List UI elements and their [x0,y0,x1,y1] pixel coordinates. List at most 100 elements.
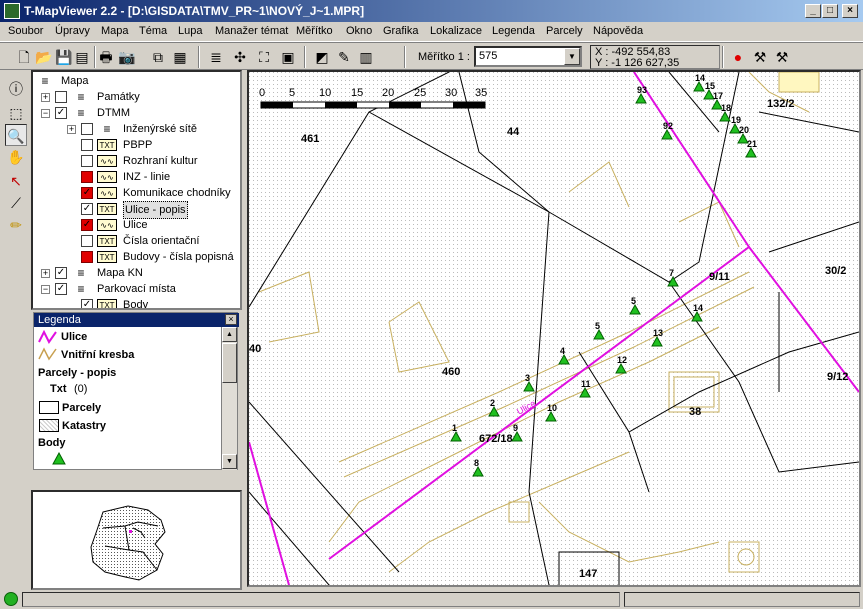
edit-map-icon[interactable]: ◩ [312,47,332,67]
layer-checkbox[interactable] [81,251,93,263]
minimize-button[interactable]: _ [805,4,821,18]
polyline-icon[interactable]: ⟋ [5,192,27,214]
select-area-icon[interactable]: ⬚ [5,102,27,124]
menu-upravy[interactable]: Úpravy [55,25,90,37]
tree-item[interactable]: ✓ ∿∿ Komunikace chodníky [33,185,240,201]
save-icon[interactable]: 💾 [54,47,74,67]
app-icon[interactable] [4,3,20,19]
point-label: 12 [617,355,627,365]
layer-checkbox[interactable]: ✓ [81,299,93,308]
folder-icon[interactable]: ▦ [170,47,190,67]
table-icon[interactable]: ▥ [356,47,376,67]
close-button[interactable]: × [842,4,858,18]
tree-item[interactable]: ∿∿ Rozhraní kultur [33,153,240,169]
fit-icon[interactable]: ▣ [278,47,298,67]
chevron-down-icon[interactable]: ▼ [564,48,580,65]
layer-checkbox[interactable] [81,155,93,167]
layer-checkbox[interactable]: ✓ [55,267,67,279]
scroll-up-icon[interactable]: ▲ [222,327,237,342]
scroll-down-icon[interactable]: ▼ [222,454,237,469]
menu-manazer-temat[interactable]: Manažer témat [215,25,288,37]
parcel-label: 30/2 [825,265,846,277]
overview-map[interactable] [31,490,242,590]
layer-checkbox[interactable]: ✓ [81,203,93,215]
menu-grafika[interactable]: Grafika [383,25,418,37]
info-icon[interactable]: ⓘ [5,78,27,100]
expander-icon[interactable]: + [67,125,76,134]
expander-icon[interactable]: + [41,93,50,102]
pencil-map-icon[interactable]: ✎ [334,47,354,67]
expander-icon[interactable]: − [41,109,50,118]
pencil-icon[interactable]: ✏ [5,214,27,236]
tree-item[interactable]: ✓ ∿∿ Ulice [33,217,240,233]
new-icon[interactable]: 🗋 [14,47,34,67]
tree-item[interactable]: + ≡ Inženýrské sítě [33,121,240,137]
layer-checkbox[interactable]: ✓ [81,219,93,231]
pan-hand-icon[interactable]: ✋ [5,146,27,168]
scroll-thumb[interactable] [222,343,237,383]
layer-checkbox[interactable]: ✓ [81,187,93,199]
line-layer-icon: ∿∿ [97,219,117,231]
compress-icon[interactable]: ✣ [230,47,250,67]
tree-item[interactable]: + ≡ Památky [33,89,240,105]
menu-parcely[interactable]: Parcely [546,25,583,37]
menu-meritko[interactable]: Měřítko [296,25,333,37]
scale-tick-10: 10 [319,87,331,99]
tree-item-label: PBPP [123,139,153,151]
pointer-info-icon[interactable]: ↖ [5,170,27,192]
point-label: 92 [663,121,673,131]
menu-napoveda[interactable]: Nápověda [593,25,643,37]
layer-checkbox[interactable] [81,139,93,151]
tree-item[interactable]: TXT PBPP [33,137,240,153]
copy-icon[interactable]: ⧉ [148,47,168,67]
tree-item[interactable]: ✓ TXT Ulice - popis [33,201,240,219]
print-icon[interactable]: 🖶 [96,47,116,67]
toolbar: 🗋 📂 💾 ▤ 🖶 📷 ⧉ ▦ ≣ ✣ ⛶ ▣ ◩ ✎ ▥ Měřítko 1 … [0,42,863,70]
layer-checkbox[interactable]: ✓ [55,283,67,295]
point-label: 19 [731,115,741,125]
map-canvas[interactable]: 0 5 10 15 20 25 30 35 461 44 132/2 9/11 … [247,70,861,587]
open-icon[interactable]: 📂 [34,47,54,67]
menu-mapa[interactable]: Mapa [101,25,129,37]
menu-lokalizace[interactable]: Lokalizace [430,25,482,37]
legend-txt: Txt [50,383,67,395]
scale-tick-25: 25 [414,87,426,99]
layer-checkbox[interactable] [81,235,93,247]
layer-checkbox[interactable]: ✓ [55,107,67,119]
menu-soubor[interactable]: Soubor [8,25,43,37]
tree-item[interactable]: − ✓ ≡ Parkovací místa [33,281,240,297]
menu-legenda[interactable]: Legenda [492,25,535,37]
parcel-label: 9/12 [827,371,848,383]
layer-checkbox[interactable] [55,91,67,103]
stack-icon[interactable]: ≣ [206,47,226,67]
tree-item[interactable]: − ✓ ≡ DTMM [33,105,240,121]
menu-tema[interactable]: Téma [139,25,167,37]
save-as-icon[interactable]: ▤ [72,47,92,67]
tree-item[interactable]: ∿∿ INZ - linie [33,169,240,185]
legend-scrollbar[interactable]: ▲ ▼ [221,327,237,470]
restore-button[interactable]: □ [822,4,838,18]
expander-icon[interactable]: + [41,269,50,278]
tree-item-label: Mapa KN [97,267,143,279]
tree-item-label: Budovy - čísla popisná [123,251,234,263]
info-red-icon[interactable]: ● [728,47,748,67]
tree-item[interactable]: TXT Čísla orientační [33,233,240,249]
close-icon[interactable]: × [225,314,237,325]
layer-checkbox[interactable] [81,171,93,183]
expand-icon[interactable]: ⛶ [254,47,274,67]
menu-lupa[interactable]: Lupa [178,25,202,37]
layer-checkbox[interactable] [81,123,93,135]
camera-icon[interactable]: 📷 [117,47,137,67]
expander-icon[interactable]: − [41,285,50,294]
scale-tick-5: 5 [289,87,295,99]
tree-item[interactable]: TXT Budovy - čísla popisná [33,249,240,265]
menu-okno[interactable]: Okno [346,25,372,37]
parcel-label: 38 [689,406,701,418]
zoom-icon[interactable]: 🔍 [5,124,27,146]
tree-item[interactable]: + ✓ ≡ Mapa KN [33,265,240,281]
scale-select[interactable]: 575 ▼ [474,46,582,67]
tree-item[interactable]: ✓ TXT Body [33,297,240,308]
point-label: 4 [560,346,565,356]
hammer-icon[interactable]: ⚒ [772,47,792,67]
tools-icon[interactable]: ⚒ [750,47,770,67]
